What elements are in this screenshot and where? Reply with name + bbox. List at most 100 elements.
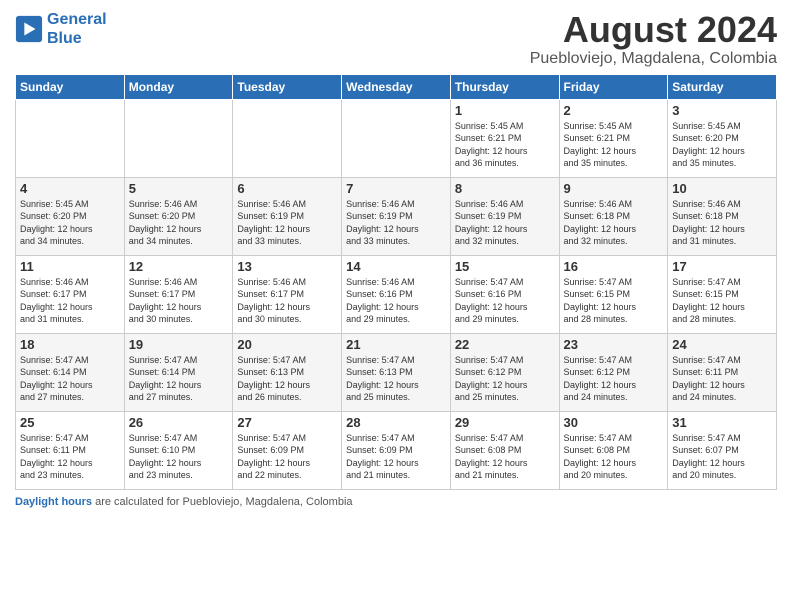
day-number: 3	[672, 103, 772, 118]
day-info: Sunrise: 5:45 AM Sunset: 6:20 PM Dayligh…	[672, 120, 772, 170]
day-number: 28	[346, 415, 446, 430]
calendar-cell: 16Sunrise: 5:47 AM Sunset: 6:15 PM Dayli…	[559, 255, 668, 333]
calendar-cell: 5 Sunrise: 5:46 AM Sunset: 6:20 PM Daylig…	[124, 177, 233, 255]
calendar-cell: 22 Sunrise: 5:47 AM Sunset: 6:12 PM Dayli…	[450, 333, 559, 411]
day-info: Sunrise: 5:47 AM Sunset: 6:12 PM Dayligh…	[564, 354, 664, 404]
day-number: 16	[564, 259, 664, 274]
day-info: Sunrise: 5:47 AM Sunset: 6:14 PM Dayligh…	[20, 354, 120, 404]
day-number: 9	[564, 181, 664, 196]
header-row: SundayMondayTuesdayWednesdayThursdayFrid…	[16, 74, 777, 99]
calendar-cell	[233, 99, 342, 177]
day-info: Sunrise: 5:46 AM Sunset: 6:18 PM Dayligh…	[564, 198, 664, 248]
day-info: Sunrise: 5:45 AM Sunset: 6:20 PM Dayligh…	[20, 198, 120, 248]
calendar-cell: 27Sunrise: 5:47 AM Sunset: 6:09 PM Dayli…	[233, 411, 342, 489]
day-info: Sunrise: 5:47 AM Sunset: 6:08 PM Dayligh…	[455, 432, 555, 482]
day-number: 7	[346, 181, 446, 196]
day-number: 29	[455, 415, 555, 430]
calendar-cell: 17 Sunrise: 5:47 AM Sunset: 6:15 PM Dayli…	[668, 255, 777, 333]
day-number: 11	[20, 259, 120, 274]
calendar-cell: 11 Sunrise: 5:46 AM Sunset: 6:17 PM Dayli…	[16, 255, 125, 333]
calendar-cell: 8 Sunrise: 5:46 AM Sunset: 6:19 PM Daylig…	[450, 177, 559, 255]
day-number: 10	[672, 181, 772, 196]
day-info: Sunrise: 5:46 AM Sunset: 6:19 PM Dayligh…	[237, 198, 337, 248]
col-header-thursday: Thursday	[450, 74, 559, 99]
day-number: 23	[564, 337, 664, 352]
day-info: Sunrise: 5:46 AM Sunset: 6:17 PM Dayligh…	[129, 276, 229, 326]
day-info: Sunrise: 5:47 AM Sunset: 6:15 PM Dayligh…	[672, 276, 772, 326]
col-header-friday: Friday	[559, 74, 668, 99]
day-number: 17	[672, 259, 772, 274]
col-header-monday: Monday	[124, 74, 233, 99]
title-block: August 2024 Puebloviejo, Magdalena, Colo…	[530, 10, 777, 68]
calendar-cell: 9 Sunrise: 5:46 AM Sunset: 6:18 PM Daylig…	[559, 177, 668, 255]
day-info: Sunrise: 5:47 AM Sunset: 6:07 PM Dayligh…	[672, 432, 772, 482]
day-number: 4	[20, 181, 120, 196]
calendar-cell: 28Sunrise: 5:47 AM Sunset: 6:09 PM Dayli…	[342, 411, 451, 489]
logo-line1: General	[47, 11, 107, 28]
day-info: Sunrise: 5:46 AM Sunset: 6:17 PM Dayligh…	[237, 276, 337, 326]
col-header-wednesday: Wednesday	[342, 74, 451, 99]
day-number: 6	[237, 181, 337, 196]
calendar-cell: 25 Sunrise: 5:47 AM Sunset: 6:11 PM Dayli…	[16, 411, 125, 489]
calendar-cell: 13 Sunrise: 5:46 AM Sunset: 6:17 PM Dayli…	[233, 255, 342, 333]
day-number: 25	[20, 415, 120, 430]
calendar-cell: 4 Sunrise: 5:45 AM Sunset: 6:20 PM Daylig…	[16, 177, 125, 255]
day-number: 13	[237, 259, 337, 274]
day-info: Sunrise: 5:47 AM Sunset: 6:09 PM Dayligh…	[237, 432, 337, 482]
day-info: Sunrise: 5:46 AM Sunset: 6:16 PM Dayligh…	[346, 276, 446, 326]
day-info: Sunrise: 5:47 AM Sunset: 6:14 PM Dayligh…	[129, 354, 229, 404]
calendar-cell: 26Sunrise: 5:47 AM Sunset: 6:10 PM Dayli…	[124, 411, 233, 489]
day-info: Sunrise: 5:45 AM Sunset: 6:21 PM Dayligh…	[564, 120, 664, 170]
day-number: 2	[564, 103, 664, 118]
week-row-3: 11 Sunrise: 5:46 AM Sunset: 6:17 PM Dayli…	[16, 255, 777, 333]
day-number: 15	[455, 259, 555, 274]
calendar-cell: 21 Sunrise: 5:47 AM Sunset: 6:13 PM Dayli…	[342, 333, 451, 411]
day-number: 1	[455, 103, 555, 118]
day-number: 20	[237, 337, 337, 352]
calendar-cell: 23 Sunrise: 5:47 AM Sunset: 6:12 PM Dayli…	[559, 333, 668, 411]
logo-line2: Blue	[47, 29, 107, 48]
day-info: Sunrise: 5:47 AM Sunset: 6:11 PM Dayligh…	[20, 432, 120, 482]
day-info: Sunrise: 5:47 AM Sunset: 6:13 PM Dayligh…	[237, 354, 337, 404]
day-info: Sunrise: 5:46 AM Sunset: 6:19 PM Dayligh…	[346, 198, 446, 248]
day-number: 5	[129, 181, 229, 196]
day-number: 22	[455, 337, 555, 352]
calendar-cell: 18 Sunrise: 5:47 AM Sunset: 6:14 PM Dayli…	[16, 333, 125, 411]
col-header-tuesday: Tuesday	[233, 74, 342, 99]
week-row-2: 4 Sunrise: 5:45 AM Sunset: 6:20 PM Daylig…	[16, 177, 777, 255]
day-info: Sunrise: 5:46 AM Sunset: 6:20 PM Dayligh…	[129, 198, 229, 248]
day-number: 18	[20, 337, 120, 352]
day-info: Sunrise: 5:46 AM Sunset: 6:17 PM Dayligh…	[20, 276, 120, 326]
day-number: 24	[672, 337, 772, 352]
calendar-cell: 12 Sunrise: 5:46 AM Sunset: 6:17 PM Dayli…	[124, 255, 233, 333]
day-info: Sunrise: 5:46 AM Sunset: 6:18 PM Dayligh…	[672, 198, 772, 248]
col-header-saturday: Saturday	[668, 74, 777, 99]
day-number: 26	[129, 415, 229, 430]
calendar-cell: 10 Sunrise: 5:46 AM Sunset: 6:18 PM Dayli…	[668, 177, 777, 255]
calendar-cell	[124, 99, 233, 177]
calendar-cell: 6 Sunrise: 5:46 AM Sunset: 6:19 PM Daylig…	[233, 177, 342, 255]
footer-label: Daylight hours	[15, 496, 92, 508]
header: General Blue August 2024 Puebloviejo, Ma…	[15, 10, 777, 68]
day-info: Sunrise: 5:46 AM Sunset: 6:19 PM Dayligh…	[455, 198, 555, 248]
day-info: Sunrise: 5:47 AM Sunset: 6:16 PM Dayligh…	[455, 276, 555, 326]
calendar-cell: 29 Sunrise: 5:47 AM Sunset: 6:08 PM Dayli…	[450, 411, 559, 489]
week-row-5: 25 Sunrise: 5:47 AM Sunset: 6:11 PM Dayli…	[16, 411, 777, 489]
day-number: 8	[455, 181, 555, 196]
calendar-cell: 20 Sunrise: 5:47 AM Sunset: 6:13 PM Dayli…	[233, 333, 342, 411]
day-number: 12	[129, 259, 229, 274]
footer: Daylight hours are calculated for Pueblo…	[15, 496, 777, 508]
logo-icon	[15, 15, 43, 43]
day-number: 14	[346, 259, 446, 274]
footer-description: are calculated for Puebloviejo, Magdalen…	[92, 496, 353, 508]
logo-text: General Blue	[47, 10, 107, 48]
calendar-cell: 2 Sunrise: 5:45 AM Sunset: 6:21 PM Daylig…	[559, 99, 668, 177]
calendar-cell: 14 Sunrise: 5:46 AM Sunset: 6:16 PM Dayli…	[342, 255, 451, 333]
subtitle: Puebloviejo, Magdalena, Colombia	[530, 50, 777, 68]
day-number: 19	[129, 337, 229, 352]
day-number: 21	[346, 337, 446, 352]
calendar-table: SundayMondayTuesdayWednesdayThursdayFrid…	[15, 74, 777, 490]
day-info: Sunrise: 5:47 AM Sunset: 6:13 PM Dayligh…	[346, 354, 446, 404]
day-info: Sunrise: 5:47 AM Sunset: 6:12 PM Dayligh…	[455, 354, 555, 404]
calendar-cell: 19 Sunrise: 5:47 AM Sunset: 6:14 PM Dayli…	[124, 333, 233, 411]
